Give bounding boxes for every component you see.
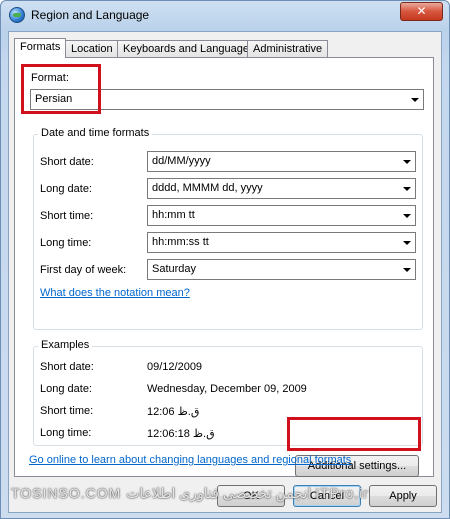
short-date-value: dd/MM/yyyy: [152, 155, 211, 167]
long-date-label: Long date:: [40, 183, 92, 195]
tab-formats[interactable]: Formats: [14, 38, 67, 58]
short-time-value: hh:mm tt: [152, 209, 195, 221]
dialog-client: Formats Location Keyboards and Languages…: [8, 31, 442, 513]
tab-keyboards-languages[interactable]: Keyboards and Languages: [117, 40, 261, 57]
tab-administrative[interactable]: Administrative: [247, 40, 329, 57]
example-long-time-value: 12:06:18 ق.ظ: [147, 428, 215, 440]
long-date-select[interactable]: dddd, MMMM dd, yyyy: [147, 178, 416, 199]
datetime-groupbox: Date and time formats Short date: dd/MM/…: [33, 127, 423, 330]
long-time-value: hh:mm:ss tt: [152, 236, 209, 248]
format-select-value: Persian: [35, 93, 73, 105]
globe-icon: [9, 7, 25, 23]
region-language-window: Region and Language ✕ Formats Location K…: [0, 0, 450, 519]
chevron-down-icon[interactable]: [411, 98, 419, 102]
apply-button[interactable]: Apply: [369, 485, 437, 507]
title-bar: Region and Language ✕: [1, 1, 449, 31]
format-select[interactable]: Persian: [30, 89, 424, 110]
example-short-date-label: Short date:: [40, 361, 94, 373]
example-short-time-value: 12:06 ق.ظ: [147, 406, 200, 418]
chevron-down-icon[interactable]: [403, 241, 411, 245]
format-label: Format:: [31, 72, 69, 84]
first-day-select[interactable]: Saturday: [147, 259, 416, 280]
short-date-select[interactable]: dd/MM/yyyy: [147, 151, 416, 172]
long-date-value: dddd, MMMM dd, yyyy: [152, 182, 263, 194]
close-button[interactable]: ✕: [400, 2, 443, 21]
datetime-group-title: Date and time formats: [38, 127, 153, 139]
chevron-down-icon[interactable]: [403, 160, 411, 164]
chevron-down-icon[interactable]: [403, 214, 411, 218]
short-date-label: Short date:: [40, 156, 94, 168]
examples-group-title: Examples: [38, 339, 93, 351]
notation-help-link[interactable]: What does the notation mean?: [40, 287, 190, 299]
short-time-select[interactable]: hh:mm tt: [147, 205, 416, 226]
examples-groupbox: Examples Short date: 09/12/2009 Long dat…: [33, 339, 423, 446]
example-short-date-value: 09/12/2009: [147, 361, 203, 373]
watermark-text: TOSINSO.COM انجمن تخصصی فناوری اطلاعات I…: [11, 485, 369, 501]
formats-panel: Format: Persian Date and time formats Sh…: [14, 57, 434, 477]
example-short-time-label: Short time:: [40, 405, 94, 417]
long-time-select[interactable]: hh:mm:ss tt: [147, 232, 416, 253]
example-long-date-label: Long date:: [40, 383, 92, 395]
chevron-down-icon[interactable]: [403, 268, 411, 272]
long-time-label: Long time:: [40, 237, 92, 249]
first-day-value: Saturday: [152, 263, 197, 275]
example-long-date-value: Wednesday, December 09, 2009: [147, 383, 307, 395]
first-day-label: First day of week:: [40, 264, 127, 276]
online-help-link[interactable]: Go online to learn about changing langua…: [29, 454, 351, 466]
window-title: Region and Language: [31, 8, 150, 22]
tab-location[interactable]: Location: [65, 40, 119, 57]
chevron-down-icon[interactable]: [403, 187, 411, 191]
short-time-label: Short time:: [40, 210, 94, 222]
example-long-time-label: Long time:: [40, 427, 92, 439]
